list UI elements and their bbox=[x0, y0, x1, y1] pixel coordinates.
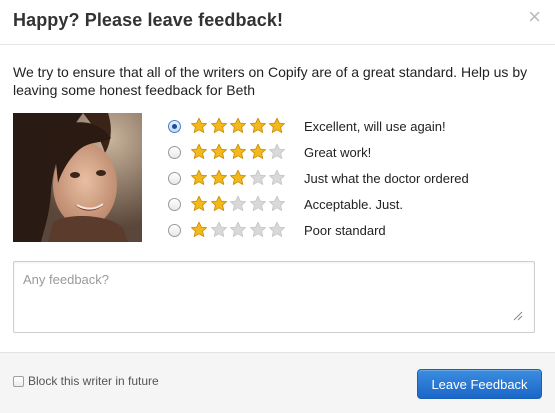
star-empty-icon bbox=[249, 221, 266, 237]
star-filled-icon bbox=[269, 117, 285, 133]
star-rating bbox=[190, 117, 288, 135]
star-filled-icon bbox=[230, 117, 246, 133]
star-filled-icon bbox=[191, 221, 207, 237]
star-empty-icon bbox=[269, 143, 285, 159]
feedback-textarea[interactable] bbox=[13, 261, 535, 333]
star-empty-icon bbox=[249, 169, 266, 185]
star-empty-icon bbox=[230, 195, 246, 211]
dialog-footer: Block this writer in future Leave Feedba… bbox=[0, 352, 555, 413]
dialog-title: Happy? Please leave feedback! bbox=[13, 10, 284, 30]
feedback-dialog: Happy? Please leave feedback! × We try t… bbox=[0, 0, 555, 413]
star-empty-icon bbox=[269, 169, 285, 185]
rating-option-5-star[interactable]: Excellent, will use again! bbox=[168, 113, 528, 139]
block-writer-checkbox[interactable] bbox=[13, 375, 24, 387]
star-filled-icon bbox=[191, 169, 207, 185]
star-filled-icon bbox=[210, 117, 227, 133]
star-filled-icon bbox=[210, 143, 227, 159]
rating-radio[interactable] bbox=[168, 119, 181, 133]
rating-radio[interactable] bbox=[168, 223, 181, 237]
rating-option-3-star[interactable]: Just what the doctor ordered bbox=[168, 165, 528, 191]
star-filled-icon bbox=[210, 195, 227, 211]
rating-option-2-star[interactable]: Acceptable. Just. bbox=[168, 191, 528, 217]
star-filled-icon bbox=[191, 117, 207, 133]
writer-photo-image bbox=[13, 113, 142, 242]
rating-option-4-star[interactable]: Great work! bbox=[168, 139, 528, 165]
star-rating bbox=[190, 195, 288, 213]
close-icon[interactable]: × bbox=[528, 6, 541, 28]
star-rating bbox=[190, 221, 288, 239]
star-filled-icon bbox=[230, 169, 246, 185]
rating-label: Poor standard bbox=[304, 222, 386, 238]
star-filled-icon bbox=[249, 143, 266, 159]
star-empty-icon bbox=[269, 195, 285, 211]
star-filled-icon bbox=[249, 117, 266, 133]
star-rating bbox=[190, 169, 288, 187]
rating-option-1-star[interactable]: Poor standard bbox=[168, 217, 528, 243]
block-writer-option[interactable]: Block this writer in future bbox=[13, 374, 159, 388]
writer-photo bbox=[13, 113, 142, 242]
rating-label: Great work! bbox=[304, 144, 372, 160]
star-empty-icon bbox=[210, 221, 227, 237]
star-empty-icon bbox=[269, 221, 285, 237]
star-empty-icon bbox=[249, 195, 266, 211]
intro-text: We try to ensure that all of the writers… bbox=[13, 64, 528, 98]
rating-label: Acceptable. Just. bbox=[304, 196, 403, 212]
resize-grip-icon[interactable] bbox=[511, 309, 523, 321]
star-rating bbox=[190, 143, 288, 161]
block-writer-label: Block this writer in future bbox=[28, 374, 159, 388]
rating-label: Excellent, will use again! bbox=[304, 118, 446, 134]
star-filled-icon bbox=[191, 143, 207, 159]
radio-dot bbox=[172, 123, 177, 129]
rating-radio[interactable] bbox=[168, 171, 181, 185]
leave-feedback-button[interactable]: Leave Feedback bbox=[417, 369, 542, 399]
rating-radio[interactable] bbox=[168, 197, 181, 211]
rating-radio[interactable] bbox=[168, 145, 181, 159]
star-filled-icon bbox=[230, 143, 246, 159]
star-empty-icon bbox=[230, 221, 246, 237]
dialog-header: Happy? Please leave feedback! × bbox=[0, 0, 555, 45]
star-filled-icon bbox=[210, 169, 227, 185]
star-filled-icon bbox=[191, 195, 207, 211]
rating-label: Just what the doctor ordered bbox=[304, 170, 469, 186]
rating-options: Excellent, will use again! Great work! Jus… bbox=[168, 113, 528, 243]
